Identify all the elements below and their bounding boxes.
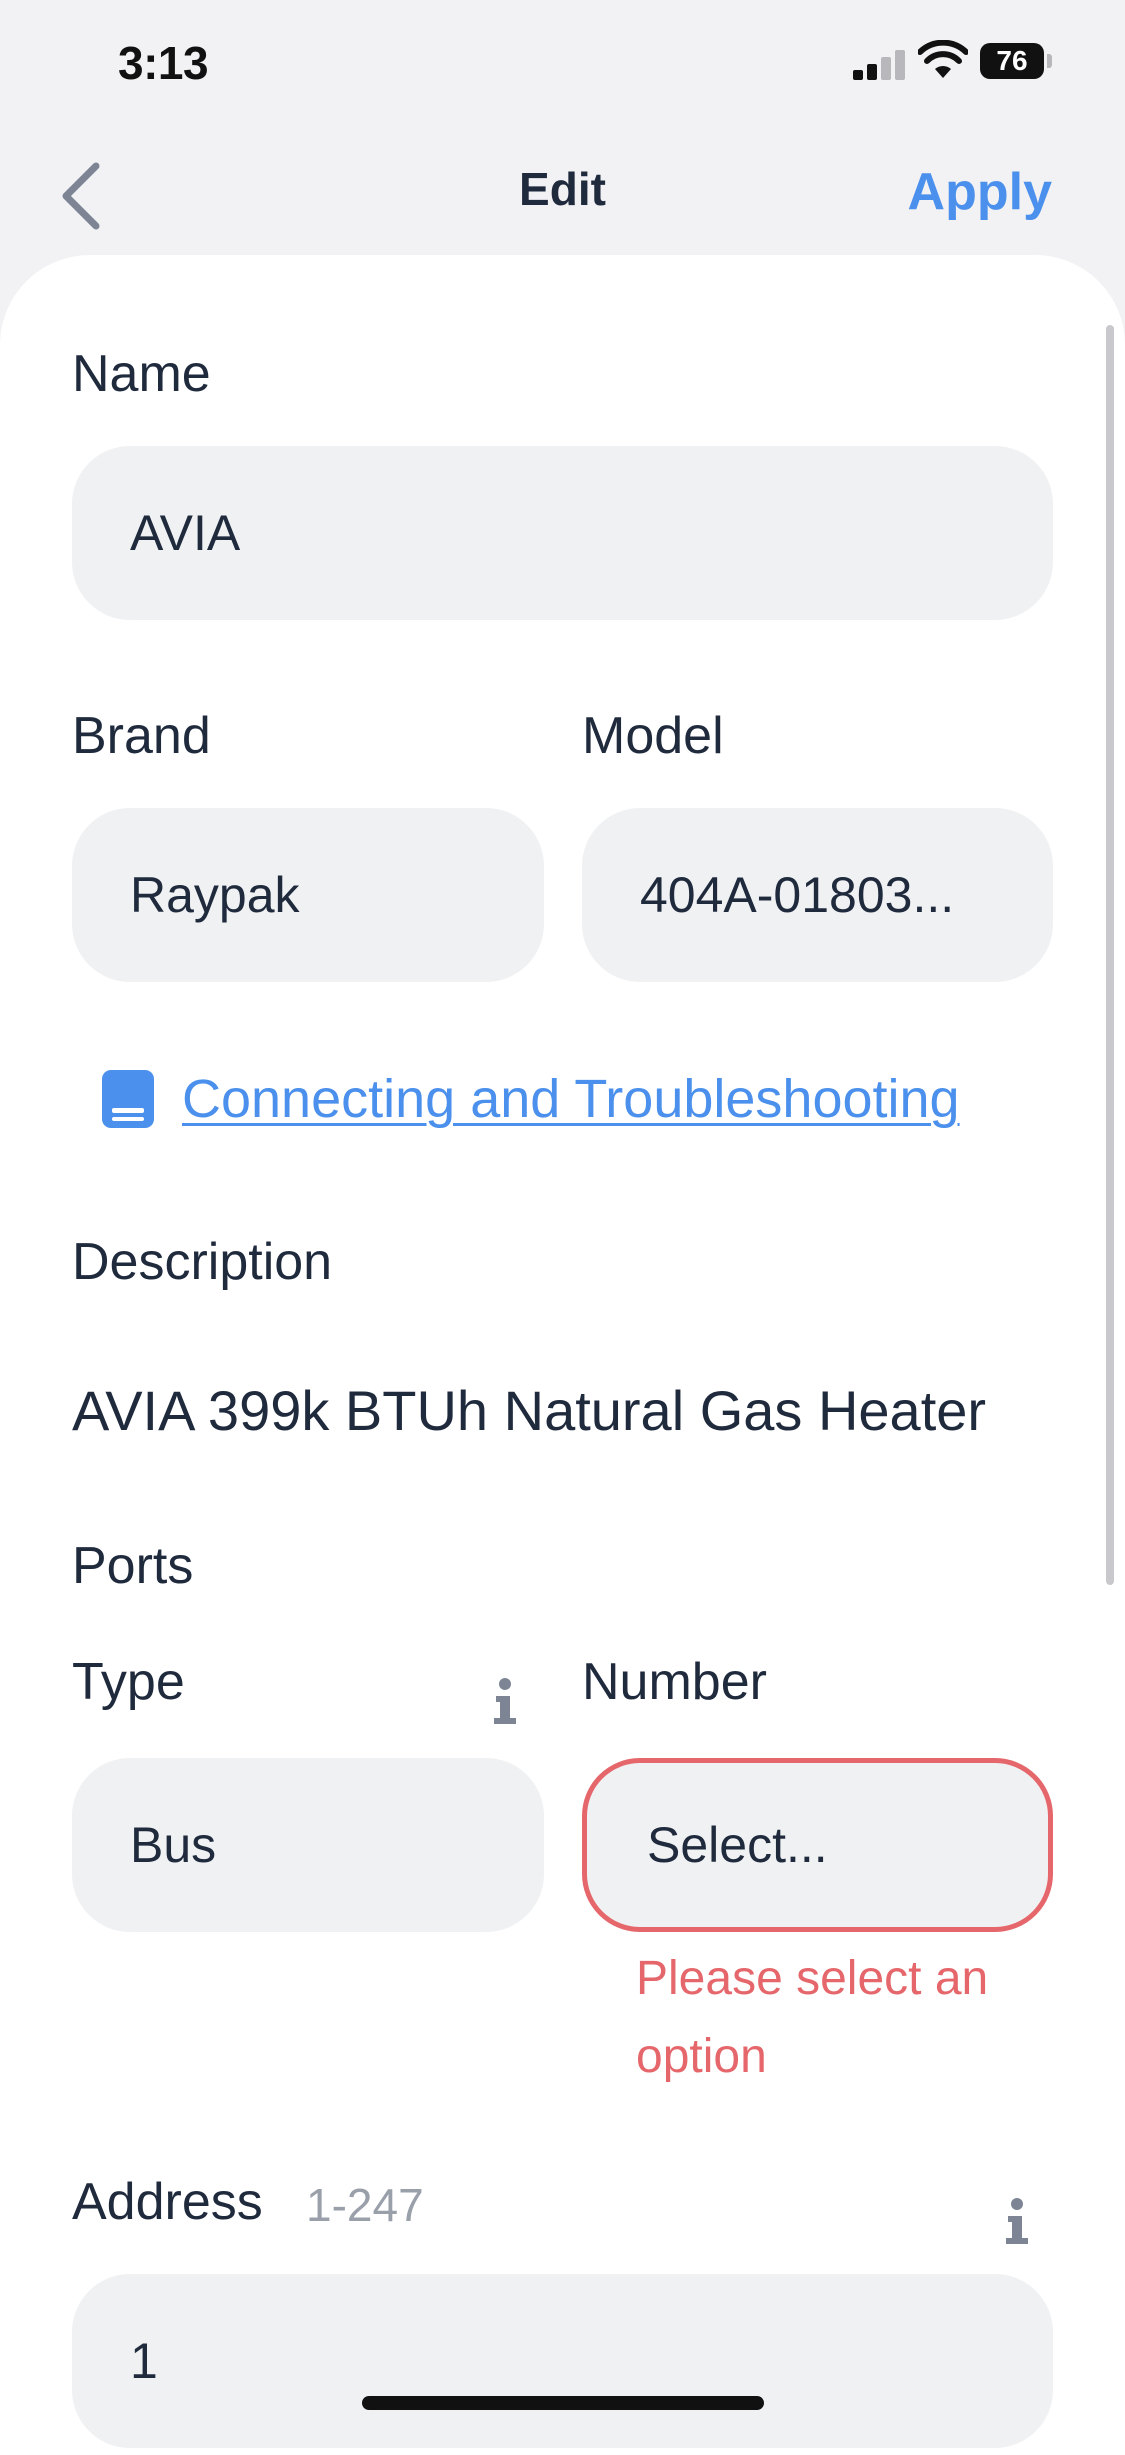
description-value: AVIA 399k BTUh Natural Gas Heater	[72, 1379, 987, 1442]
model-label: Model	[582, 707, 724, 765]
number-error-message: Please select an option	[636, 1952, 989, 2083]
address-info-icon[interactable]	[1002, 2196, 1032, 2246]
battery-icon: 76	[980, 43, 1044, 79]
ports-label: Ports	[72, 1537, 194, 1595]
home-indicator	[362, 2396, 764, 2410]
brand-input[interactable]: Raypak	[72, 808, 544, 982]
description-label: Description	[72, 1233, 333, 1291]
type-label: Type	[72, 1653, 185, 1711]
address-label: Address	[72, 2173, 263, 2231]
address-range-hint: 1-247	[306, 2179, 424, 2231]
cellular-signal-icon	[853, 50, 905, 80]
port-number-select[interactable]: Select...	[582, 1758, 1053, 1932]
book-icon	[102, 1070, 154, 1128]
troubleshooting-link[interactable]: Connecting and Troubleshooting	[100, 1068, 960, 1130]
brand-label: Brand	[72, 707, 211, 765]
number-label: Number	[582, 1653, 767, 1711]
type-info-icon[interactable]	[490, 1676, 520, 1726]
port-type-select[interactable]: Bus	[72, 1758, 544, 1932]
status-time: 3:13	[118, 37, 209, 89]
troubleshooting-link-text[interactable]: Connecting and Troubleshooting	[182, 1068, 960, 1130]
name-label: Name	[72, 345, 211, 403]
wifi-icon	[918, 40, 968, 78]
apply-button[interactable]: Apply	[908, 162, 1052, 222]
address-input[interactable]: 1	[72, 2274, 1053, 2448]
model-input[interactable]: 404A-01803...	[582, 808, 1053, 982]
battery-nub	[1047, 54, 1052, 68]
status-bar: 3:13 76	[0, 0, 1125, 130]
scroll-indicator[interactable]	[1106, 325, 1114, 1585]
name-input[interactable]: AVIA	[72, 446, 1053, 620]
nav-bar: Edit Apply	[0, 130, 1125, 260]
